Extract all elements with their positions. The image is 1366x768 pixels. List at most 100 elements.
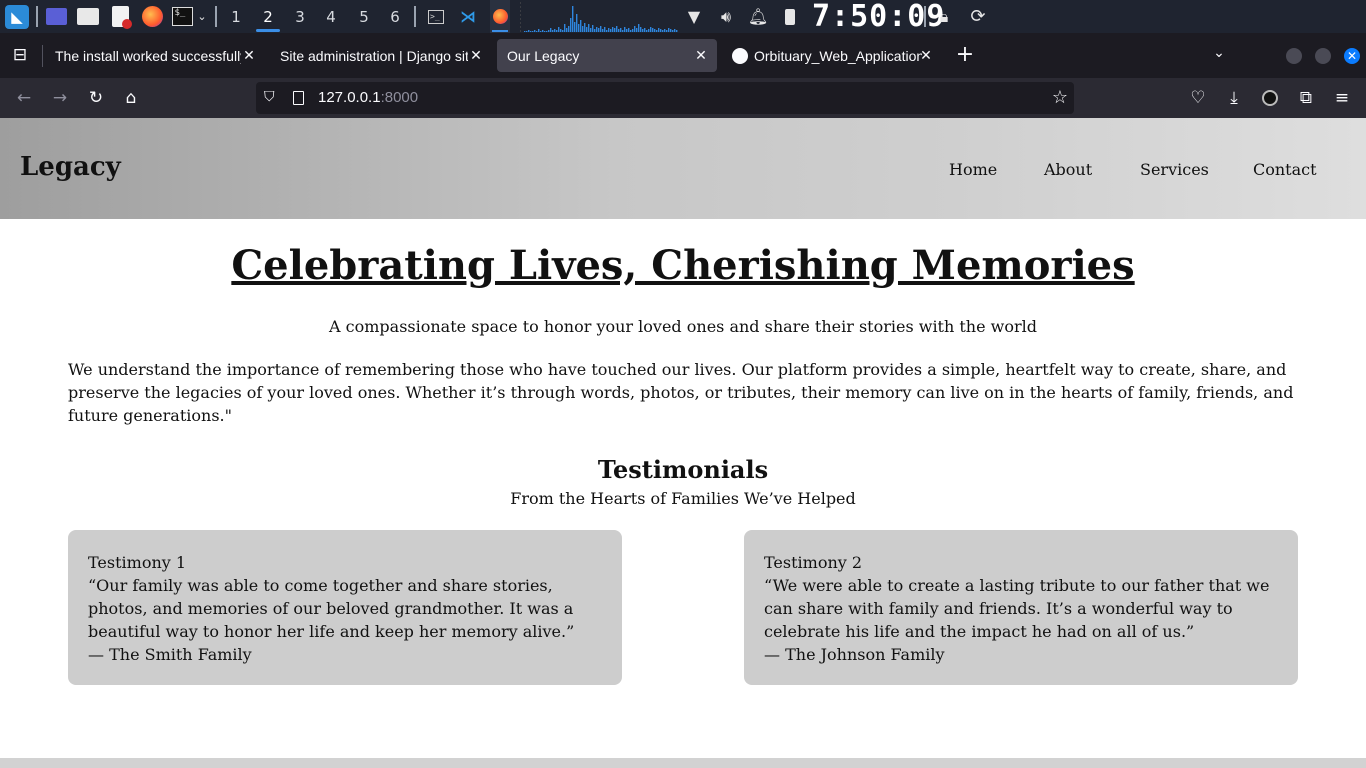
nav-home-link[interactable]: Home	[949, 160, 997, 179]
downloads-icon[interactable]: ⤓	[1222, 86, 1246, 110]
page-info-icon[interactable]	[293, 91, 304, 105]
firefox-icon	[141, 6, 163, 27]
wifi-icon[interactable]: ▼	[684, 0, 704, 33]
reload-icon[interactable]: ↻	[84, 86, 108, 110]
firefox-view-icon[interactable]: ⊟	[8, 43, 32, 67]
cpu-graph-bar	[656, 30, 658, 32]
firefox-launcher-button[interactable]	[140, 0, 164, 33]
file-manager-button[interactable]	[76, 0, 100, 33]
site-logo[interactable]: Legacy	[20, 152, 121, 182]
active-workspace-indicator	[256, 29, 280, 32]
site-header: Legacy Home About Services Contact	[0, 118, 1366, 219]
cpu-graph-bar	[568, 26, 570, 32]
testimonial-card: Testimony 2 “We were able to create a la…	[744, 530, 1298, 685]
cpu-graph-bar	[580, 20, 582, 32]
footer-strip	[0, 758, 1366, 768]
intro-paragraph: We understand the importance of remember…	[68, 360, 1294, 425]
cpu-graph-bar	[646, 30, 648, 32]
nav-services-link[interactable]: Services	[1140, 160, 1209, 179]
app-menu-icon[interactable]: ≡	[1330, 86, 1354, 110]
cpu-graph-bar	[616, 26, 618, 32]
kali-dragon-icon: ◣	[5, 4, 29, 29]
workspace-4[interactable]: 4	[317, 0, 345, 33]
tab-label: Orbituary_Web_Application	[754, 47, 922, 64]
cpu-graph-bar	[624, 27, 626, 32]
browser-nav-toolbar: ← → ↻ ⌂ ⛉ 127.0.0.1:8000 ☆ ♡ ⤓ ⧉ ≡	[0, 78, 1366, 118]
text-editor-button[interactable]	[108, 0, 132, 33]
close-icon[interactable]: ✕	[693, 47, 709, 63]
cpu-graph-bar	[638, 24, 640, 32]
close-window-button[interactable]: ✕	[1344, 48, 1360, 64]
chevron-down-icon[interactable]: ⌄	[194, 0, 210, 33]
cpu-graph-bar	[596, 27, 598, 32]
cpu-graph-bar	[536, 31, 538, 32]
shield-icon[interactable]: ⛉	[264, 89, 275, 105]
extensions-icon[interactable]: ⧉	[1294, 86, 1318, 110]
close-icon[interactable]: ✕	[241, 47, 257, 63]
cpu-graph-bar	[652, 28, 654, 32]
cpu-graph-bar	[634, 26, 636, 32]
workspace-5[interactable]: 5	[350, 0, 378, 33]
logout-icon[interactable]: ⟳	[967, 0, 989, 33]
minimize-window-button[interactable]	[1286, 48, 1302, 64]
list-all-tabs-button[interactable]: ⌄	[1208, 45, 1230, 67]
notification-bell-icon[interactable]: 🔔︎	[748, 0, 768, 33]
cpu-graph-bar	[626, 29, 628, 32]
cpu-graph-bar	[534, 30, 536, 32]
cpu-graph-bar	[532, 31, 534, 32]
tab-github-repo[interactable]: Orbituary_Web_Application ✕	[722, 39, 942, 72]
back-arrow-icon[interactable]: ←	[12, 86, 36, 110]
cpu-graph-bar	[606, 30, 608, 32]
cpu-graph-bar	[598, 28, 600, 32]
pocket-icon[interactable]: ♡	[1186, 86, 1210, 110]
maximize-window-button[interactable]	[1315, 48, 1331, 64]
hero-title: Celebrating Lives, Cherishing Memories	[231, 242, 1135, 289]
cpu-graph-bar	[674, 29, 676, 32]
cpu-graph-bar	[528, 30, 530, 32]
testimonial-heading: Testimony 1	[88, 553, 187, 572]
lock-screen-icon[interactable]: 🔒︎	[934, 0, 954, 33]
nav-about-link[interactable]: About	[1044, 160, 1092, 179]
home-icon[interactable]: ⌂	[119, 86, 143, 110]
close-icon[interactable]: ✕	[918, 47, 934, 63]
terminal-launcher-button[interactable]: $_	[170, 0, 194, 33]
tab-our-legacy[interactable]: Our Legacy ✕	[497, 39, 717, 72]
workspace-6[interactable]: 6	[381, 0, 409, 33]
github-icon	[732, 47, 748, 64]
cpu-graph-bar	[658, 28, 660, 32]
cpu-graph-bar	[592, 25, 594, 32]
cpu-graph-bar	[640, 27, 642, 32]
task-firefox-button[interactable]	[490, 0, 510, 33]
workspace-1[interactable]: 1	[222, 0, 250, 33]
bookmark-star-icon[interactable]: ☆	[1052, 87, 1068, 108]
url-text[interactable]: 127.0.0.1:8000	[318, 89, 418, 106]
hero-subtitle: A compassionate space to honor your love…	[329, 317, 1037, 336]
volume-icon[interactable]: 🔊︎	[716, 0, 736, 33]
url-bar[interactable]: ⛉ 127.0.0.1:8000 ☆	[256, 82, 1074, 114]
kali-menu-button[interactable]: ◣	[4, 0, 30, 33]
show-desktop-button[interactable]	[44, 0, 68, 33]
cpu-graph-bar	[662, 30, 664, 32]
cpu-graph-bar	[578, 24, 580, 32]
task-terminal-button[interactable]: >_	[426, 0, 446, 33]
url-host: 127.0.0.1	[318, 89, 381, 106]
cpu-graph-bar	[642, 29, 644, 32]
account-avatar-icon[interactable]	[1258, 86, 1282, 110]
text-editor-icon	[111, 6, 132, 29]
nav-contact-link[interactable]: Contact	[1253, 160, 1317, 179]
testimonial-quote: “We were able to create a lasting tribut…	[764, 576, 1270, 641]
tab-django-admin[interactable]: Site administration | Django site admin …	[270, 39, 492, 72]
task-vscode-button[interactable]: ⋊	[458, 0, 478, 33]
cpu-graph-bar	[650, 27, 652, 32]
cpu-graph-bar	[546, 31, 548, 32]
cpu-graph-bar	[670, 29, 672, 32]
url-port: :8000	[380, 89, 419, 106]
tab-django-install[interactable]: The install worked successfully! Congrat…	[45, 39, 265, 72]
cpu-graph-bar	[552, 30, 554, 32]
forward-arrow-icon[interactable]: →	[48, 86, 72, 110]
workspace-3[interactable]: 3	[286, 0, 314, 33]
cpu-graph-bar	[566, 28, 568, 32]
close-icon[interactable]: ✕	[468, 47, 484, 63]
new-tab-button[interactable]: +	[952, 43, 978, 69]
battery-icon[interactable]	[780, 0, 800, 33]
